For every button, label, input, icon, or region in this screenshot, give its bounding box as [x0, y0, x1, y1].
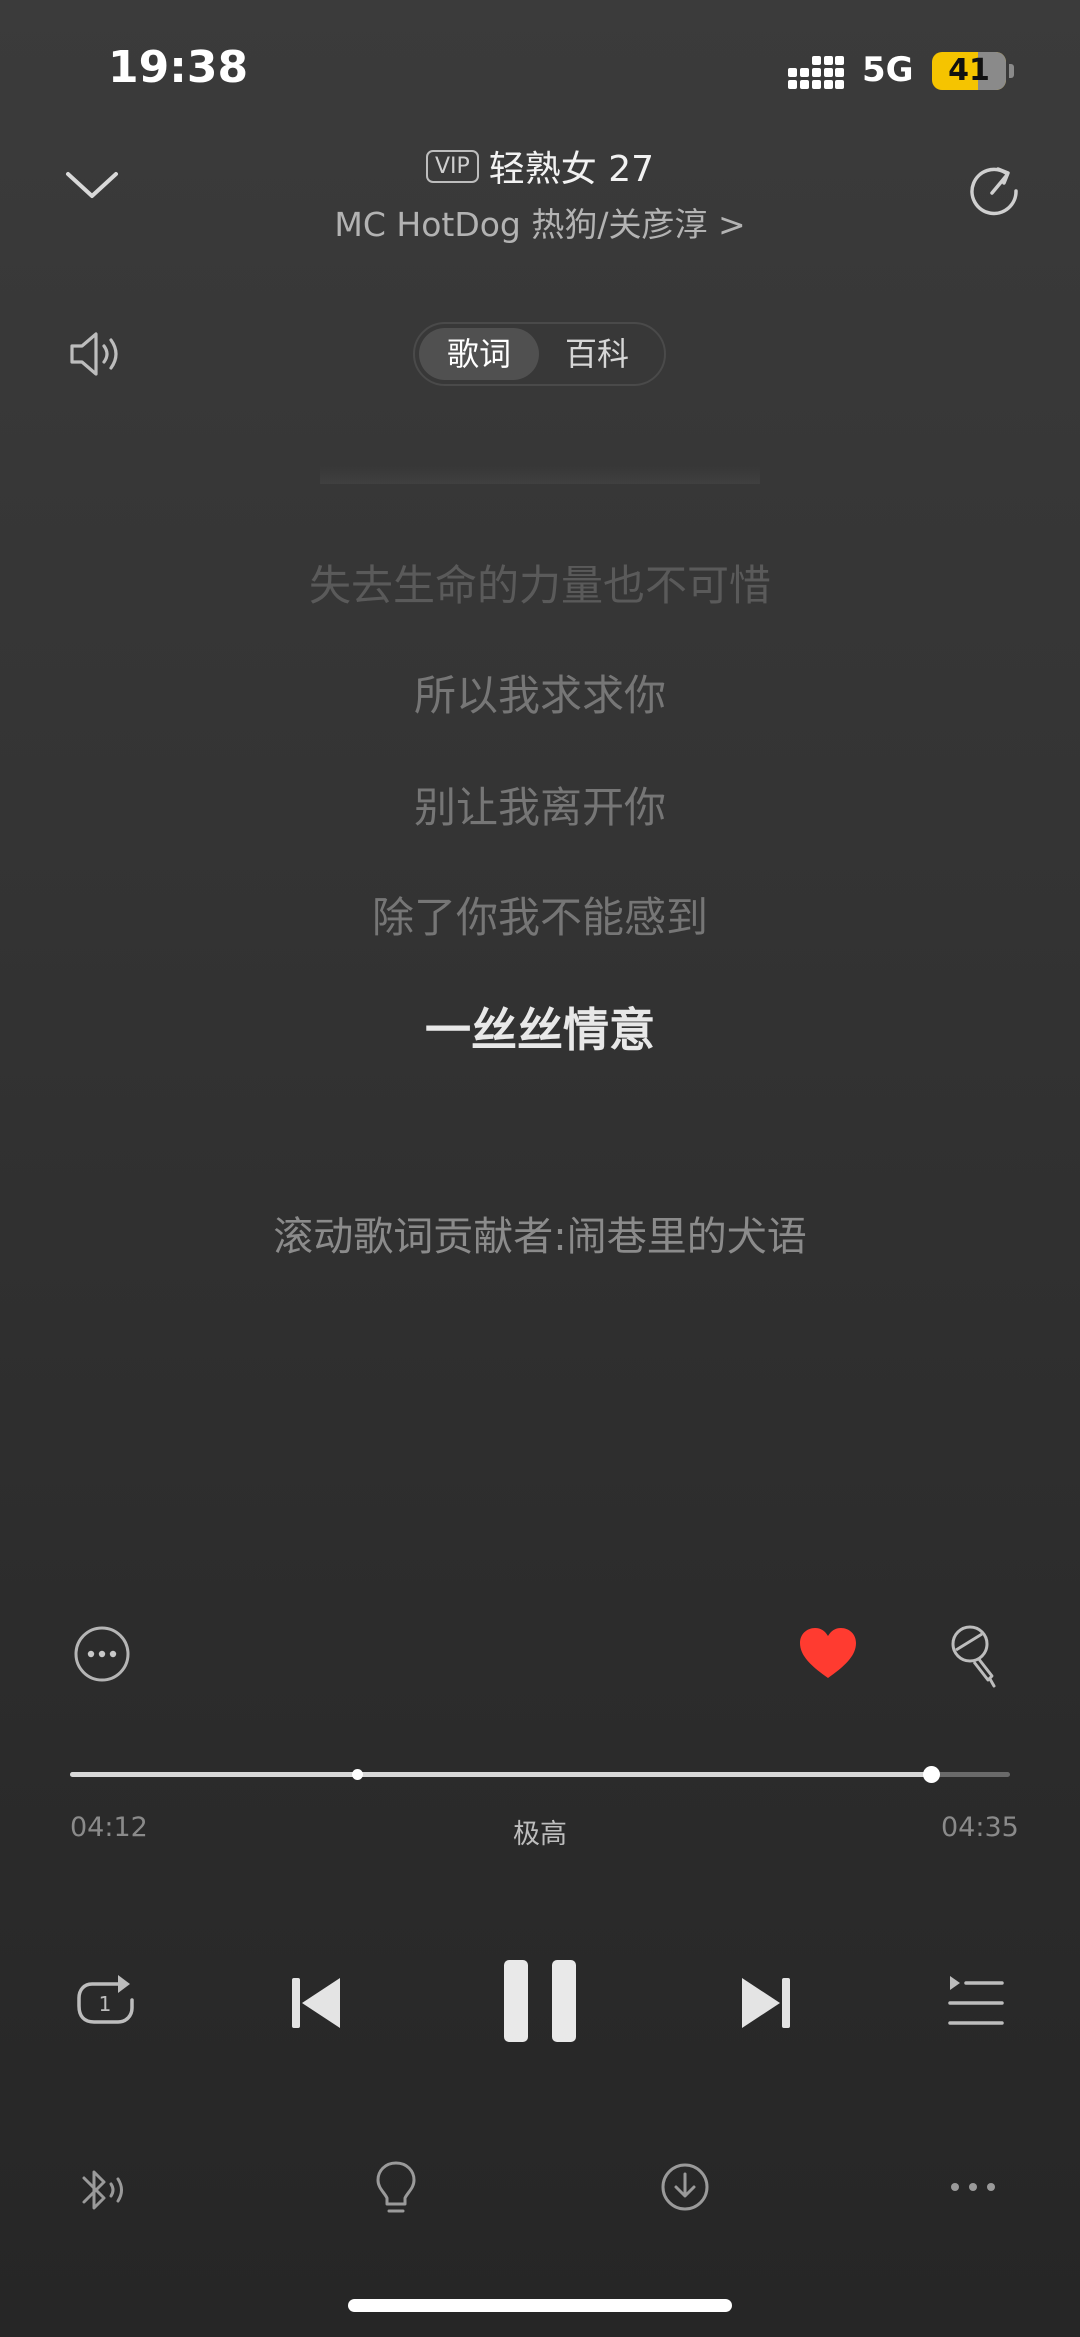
svg-text:1: 1 [99, 1992, 112, 2016]
next-icon[interactable] [738, 1974, 792, 2032]
lyric-line[interactable]: 失去生命的力量也不可惜 [0, 552, 1080, 613]
tab-lyrics[interactable]: 歌词 [419, 328, 539, 380]
playlist-icon[interactable] [948, 1974, 1004, 2030]
previous-icon[interactable] [290, 1974, 344, 2032]
progress-knob[interactable] [923, 1766, 941, 1783]
lyrics-credit: 滚动歌词贡献者:闹巷里的犬语 [273, 1214, 807, 1260]
lyric-line[interactable]: 别让我离开你 [0, 774, 1080, 835]
battery-cap [1009, 64, 1014, 78]
pause-icon[interactable] [502, 1958, 578, 2044]
lightbulb-icon[interactable] [374, 2160, 418, 2218]
bluetooth-audio-icon[interactable] [78, 2166, 130, 2214]
faded-lyric-line [320, 466, 760, 484]
signal-icon [788, 56, 844, 89]
lyric-line[interactable]: 除了你我不能感到 [0, 884, 1080, 945]
progress-played [70, 1772, 932, 1777]
lyrics-wiki-toggle: 歌词 百科 [413, 322, 666, 386]
download-icon[interactable] [660, 2162, 710, 2212]
status-time: 19:38 [108, 42, 249, 93]
microphone-icon[interactable] [948, 1624, 1000, 1688]
progress-marker [351, 1769, 363, 1780]
battery-level: 41 [948, 53, 990, 88]
lyric-line-current[interactable]: 一丝丝情意 [0, 994, 1080, 1060]
artist-link[interactable]: MC HotDog 热狗/关彦淳 > [0, 198, 1080, 246]
more-circle-icon[interactable] [72, 1624, 132, 1684]
song-title: 轻熟女 27 [488, 149, 655, 190]
total-time: 04:35 [941, 1812, 1019, 1843]
network-type: 5G [862, 50, 914, 90]
speaker-icon[interactable] [66, 326, 124, 382]
home-indicator[interactable] [348, 2299, 732, 2312]
heart-icon[interactable] [798, 1626, 858, 1682]
vip-badge: VIP [425, 149, 479, 183]
lyric-line[interactable]: 所以我求求你 [0, 662, 1080, 723]
song-header: VIP 轻熟女 27 [0, 140, 1080, 192]
sound-quality[interactable]: 极高 [0, 1812, 1080, 1851]
share-icon[interactable] [966, 163, 1022, 219]
tab-wiki[interactable]: 百科 [537, 328, 657, 380]
more-icon[interactable] [948, 2180, 998, 2194]
repeat-one-icon[interactable]: 1 [74, 1972, 138, 2034]
